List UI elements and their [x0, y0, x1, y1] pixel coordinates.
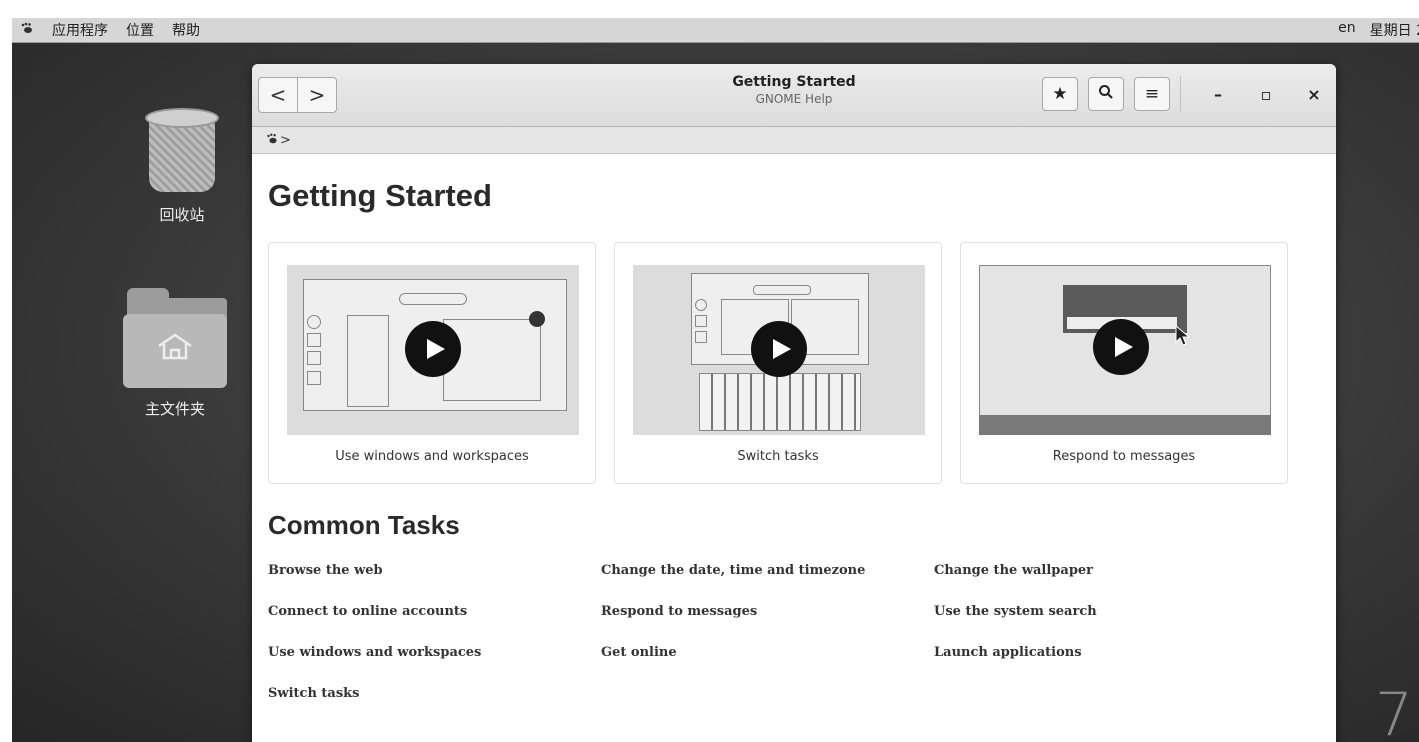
- task-link[interactable]: Change the date, time and timezone: [601, 563, 934, 582]
- menu-places[interactable]: 位置: [126, 20, 154, 40]
- video-thumbnail: [633, 265, 925, 435]
- breadcrumb-separator: >: [280, 132, 291, 148]
- trash-icon: [145, 108, 219, 194]
- common-tasks-list: Browse the web Change the date, time and…: [268, 563, 1320, 705]
- minimize-button[interactable]: –: [1206, 82, 1230, 106]
- play-icon[interactable]: [751, 321, 807, 377]
- task-link[interactable]: Get online: [601, 645, 934, 664]
- video-card-windows-workspaces[interactable]: Use windows and workspaces: [268, 242, 596, 484]
- video-thumbnail: [979, 265, 1271, 435]
- video-card-respond-messages[interactable]: Respond to messages: [960, 242, 1288, 484]
- help-content: Getting Started Use windows and workspac…: [252, 178, 1336, 705]
- video-card-label: Switch tasks: [737, 449, 819, 464]
- star-icon: ★: [1052, 84, 1068, 104]
- play-icon[interactable]: [405, 321, 461, 377]
- task-link[interactable]: Connect to online accounts: [268, 604, 601, 623]
- corner-glyph: 7: [1374, 680, 1413, 742]
- task-link[interactable]: Use windows and workspaces: [268, 645, 601, 664]
- desktop-home-folder[interactable]: 主文件夹: [120, 288, 230, 419]
- gnome-foot-icon[interactable]: [20, 22, 34, 38]
- maximize-button[interactable]: ▫: [1254, 82, 1278, 106]
- task-link[interactable]: Use the system search: [934, 604, 1267, 623]
- hamburger-icon: ≡: [1144, 84, 1160, 104]
- menu-help[interactable]: 帮助: [172, 20, 200, 40]
- page-title: Getting Started: [268, 178, 492, 213]
- desktop-icon-label: 回收站: [159, 206, 205, 224]
- desktop-icon-label: 主文件夹: [144, 400, 205, 418]
- help-home-icon[interactable]: [266, 133, 278, 148]
- home-folder-icon: [123, 288, 227, 388]
- close-button[interactable]: ×: [1302, 82, 1326, 106]
- video-card-label: Use windows and workspaces: [335, 449, 529, 464]
- breadcrumb: >: [252, 127, 1336, 154]
- task-link[interactable]: Respond to messages: [601, 604, 934, 623]
- video-cards: Use windows and workspaces Switch tasks …: [268, 242, 1320, 484]
- task-link[interactable]: Launch applications: [934, 645, 1267, 664]
- task-link[interactable]: Browse the web: [268, 563, 601, 582]
- window-subtitle: GNOME Help: [755, 92, 833, 106]
- desktop-trash[interactable]: 回收站: [127, 108, 237, 225]
- search-icon: [1098, 84, 1114, 105]
- search-button[interactable]: [1088, 77, 1124, 111]
- help-window: < > Getting Started GNOME Help ★ ≡ – ▫ ×: [252, 64, 1336, 742]
- task-link[interactable]: Switch tasks: [268, 686, 601, 705]
- input-language-indicator[interactable]: en: [1338, 20, 1356, 40]
- window-title-block: Getting Started GNOME Help: [252, 74, 1336, 106]
- play-icon[interactable]: [1093, 319, 1149, 375]
- window-title: Getting Started: [732, 74, 856, 90]
- menu-applications[interactable]: 应用程序: [52, 20, 108, 40]
- video-card-switch-tasks[interactable]: Switch tasks: [614, 242, 942, 484]
- header-separator: [1180, 76, 1181, 112]
- task-link[interactable]: Change the wallpaper: [934, 563, 1267, 582]
- video-thumbnail: [287, 265, 579, 435]
- top-bar: 应用程序 位置 帮助 en 星期日 2: [12, 18, 1419, 43]
- clock[interactable]: 星期日 2: [1370, 20, 1419, 40]
- desktop: 应用程序 位置 帮助 en 星期日 2 回收站 主文件夹 7 <: [12, 18, 1419, 742]
- header-bar: < > Getting Started GNOME Help ★ ≡ – ▫ ×: [252, 64, 1336, 127]
- section-title: Common Tasks: [268, 510, 460, 540]
- video-card-label: Respond to messages: [1052, 449, 1196, 464]
- bookmark-button[interactable]: ★: [1042, 77, 1078, 111]
- menu-button[interactable]: ≡: [1134, 77, 1170, 111]
